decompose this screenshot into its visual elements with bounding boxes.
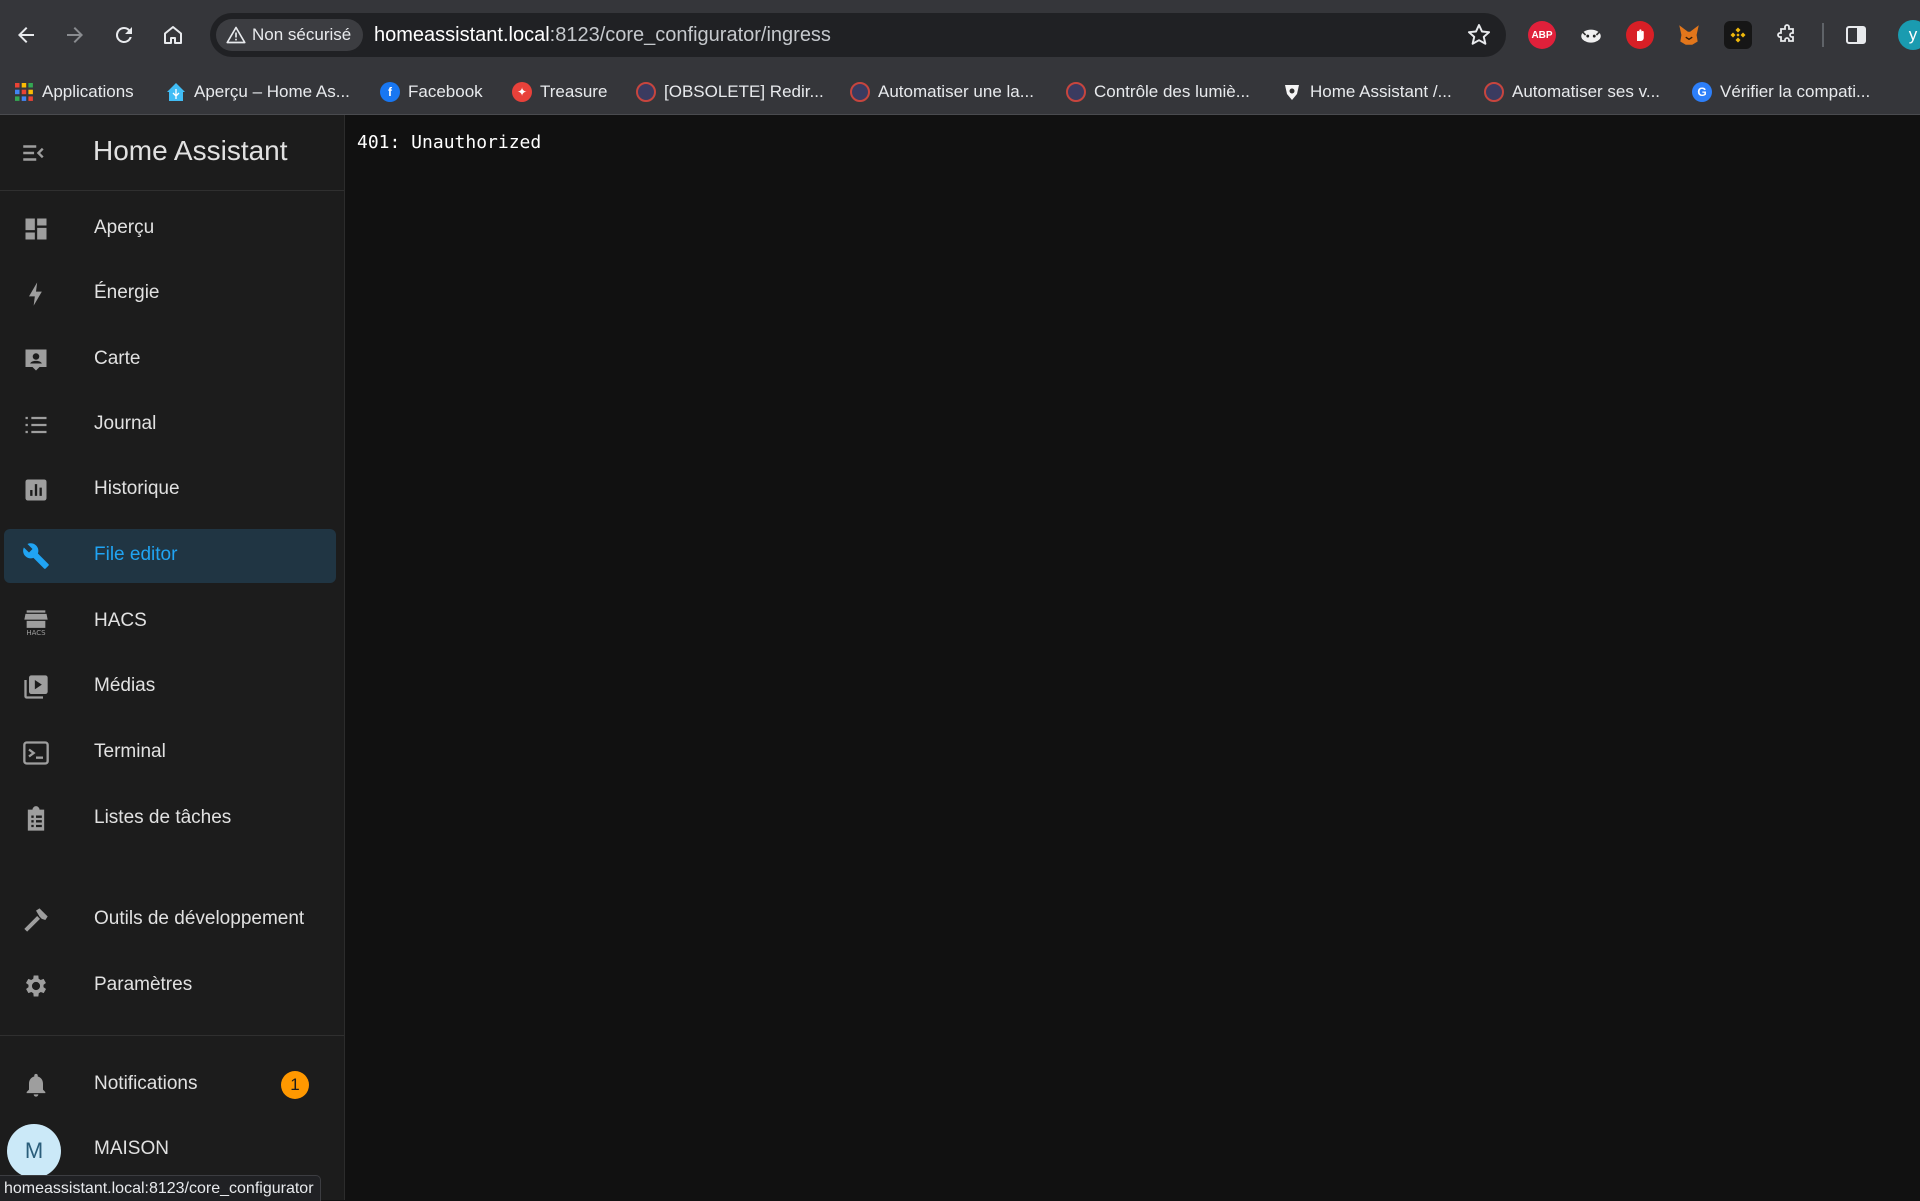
- bookmark-apercu-home-assistant[interactable]: Aperçu – Home As...: [166, 70, 350, 114]
- bookmark-home-assistant-forum[interactable]: Home Assistant /...: [1282, 70, 1452, 114]
- wrench-icon: [22, 542, 50, 570]
- forum-icon: [850, 82, 870, 102]
- sidebar-item-energie[interactable]: Énergie: [4, 267, 336, 321]
- arrow-right-icon: [67, 27, 83, 43]
- clipboard-list-icon: [22, 805, 50, 833]
- console-icon: [22, 739, 50, 767]
- bookmark-facebook[interactable]: f Facebook: [380, 70, 483, 114]
- bookmark-applications[interactable]: Applications: [14, 70, 134, 114]
- home-icon: [164, 26, 182, 44]
- address-bar[interactable]: Non sécurisé homeassistant.local:8123/co…: [210, 13, 1506, 57]
- hammer-icon: [22, 906, 50, 934]
- warning-icon: [226, 26, 246, 44]
- notification-count-badge: 1: [281, 1071, 309, 1099]
- reload-button[interactable]: [106, 17, 142, 53]
- forum-icon: [1484, 82, 1504, 102]
- bookmark-treasure[interactable]: ✦ Treasure: [512, 70, 607, 114]
- menu-collapse-icon[interactable]: [20, 140, 46, 166]
- browser-toolbar: Non sécurisé homeassistant.local:8123/co…: [0, 0, 1920, 70]
- sidebar-item-listes-de-taches[interactable]: Listes de tâches: [4, 792, 336, 846]
- sidebar-item-outils-de-developpement[interactable]: Outils de développement: [4, 893, 336, 947]
- sidebar-item-medias[interactable]: Médias: [4, 660, 336, 714]
- side-panel-icon[interactable]: [1842, 21, 1870, 49]
- format-list-icon: [22, 411, 50, 439]
- sidebar-title: Home Assistant: [93, 135, 288, 166]
- forward-button[interactable]: [57, 17, 93, 53]
- link-status-bar: homeassistant.local:8123/core_configurat…: [0, 1175, 321, 1201]
- svg-text:HACS: HACS: [26, 629, 46, 636]
- extensions-row: ABP: [1528, 20, 1891, 50]
- compatibility-icon: G: [1692, 82, 1712, 102]
- sidebar: Home Assistant Aperçu Énergie Carte Jour…: [0, 115, 345, 1200]
- arrow-left-icon: [18, 27, 34, 43]
- cog-icon: [22, 972, 50, 1000]
- treasure-icon: ✦: [512, 82, 532, 102]
- sidebar-divider: [0, 1035, 344, 1036]
- user-avatar[interactable]: M: [7, 1124, 61, 1178]
- play-box-multiple-icon: [22, 673, 50, 701]
- home-assistant-logo-icon: [167, 83, 185, 101]
- puzzle-icon[interactable]: [1773, 21, 1801, 49]
- back-button[interactable]: [8, 17, 44, 53]
- metamask-fox-icon[interactable]: [1675, 21, 1703, 49]
- stop-hand-icon[interactable]: [1626, 21, 1654, 49]
- bookmark-controle-des-lumieres[interactable]: Contrôle des lumiè...: [1066, 70, 1250, 114]
- bookmark-verifier-la-compatibilite[interactable]: G Vérifier la compati...: [1692, 70, 1870, 114]
- forum-icon: [1066, 82, 1086, 102]
- map-account-icon: [22, 346, 50, 374]
- sidebar-item-parametres[interactable]: Paramètres: [4, 959, 336, 1013]
- bookmark-star-icon[interactable]: [1466, 22, 1492, 48]
- sidebar-item-file-editor[interactable]: File editor: [4, 529, 336, 583]
- profile-avatar[interactable]: y: [1898, 20, 1920, 50]
- error-message: 401: Unauthorized: [357, 132, 542, 153]
- main-content: 401: Unauthorized: [345, 115, 1920, 1200]
- forum-icon: [636, 82, 656, 102]
- toolbar-separator: [1822, 23, 1824, 47]
- sidebar-item-journal[interactable]: Journal: [4, 398, 336, 452]
- bookmark-automatiser-ses-v[interactable]: Automatiser ses v...: [1484, 70, 1660, 114]
- shield-logo-icon: [1285, 85, 1299, 100]
- adblock-plus-icon[interactable]: ABP: [1528, 21, 1556, 49]
- chart-box-icon: [22, 476, 50, 504]
- security-chip[interactable]: Non sécurisé: [216, 19, 364, 51]
- cat-extension-icon[interactable]: [1577, 21, 1605, 49]
- home-button[interactable]: [155, 17, 191, 53]
- security-label: Non sécurisé: [252, 25, 352, 44]
- sidebar-item-terminal[interactable]: Terminal: [4, 726, 336, 780]
- bookmarks-bar: Applications Aperçu – Home As... f Faceb…: [0, 70, 1920, 115]
- hacs-store-icon: HACS: [22, 608, 50, 637]
- sidebar-item-apercu[interactable]: Aperçu: [4, 202, 336, 256]
- reload-icon: [115, 26, 132, 43]
- bookmark-obsolete-redir[interactable]: [OBSOLETE] Redir...: [636, 70, 824, 114]
- apps-grid-icon: [15, 83, 33, 101]
- facebook-icon: f: [380, 82, 400, 102]
- bookmark-automatiser-une-la[interactable]: Automatiser une la...: [850, 70, 1034, 114]
- sidebar-header: Home Assistant: [0, 115, 344, 191]
- url-host: homeassistant.local: [374, 24, 550, 46]
- lightning-bolt-icon: [22, 280, 50, 308]
- url-text[interactable]: homeassistant.local:8123/core_configurat…: [374, 24, 831, 47]
- bell-icon: [22, 1071, 50, 1099]
- sidebar-item-hacs[interactable]: HACS HACS: [4, 595, 336, 649]
- dashboard-icon: [22, 215, 50, 243]
- sidebar-item-historique[interactable]: Historique: [4, 463, 336, 517]
- sidebar-item-carte[interactable]: Carte: [4, 333, 336, 387]
- binance-wallet-icon[interactable]: [1724, 21, 1752, 49]
- url-path: :8123/core_configurator/ingress: [549, 24, 831, 46]
